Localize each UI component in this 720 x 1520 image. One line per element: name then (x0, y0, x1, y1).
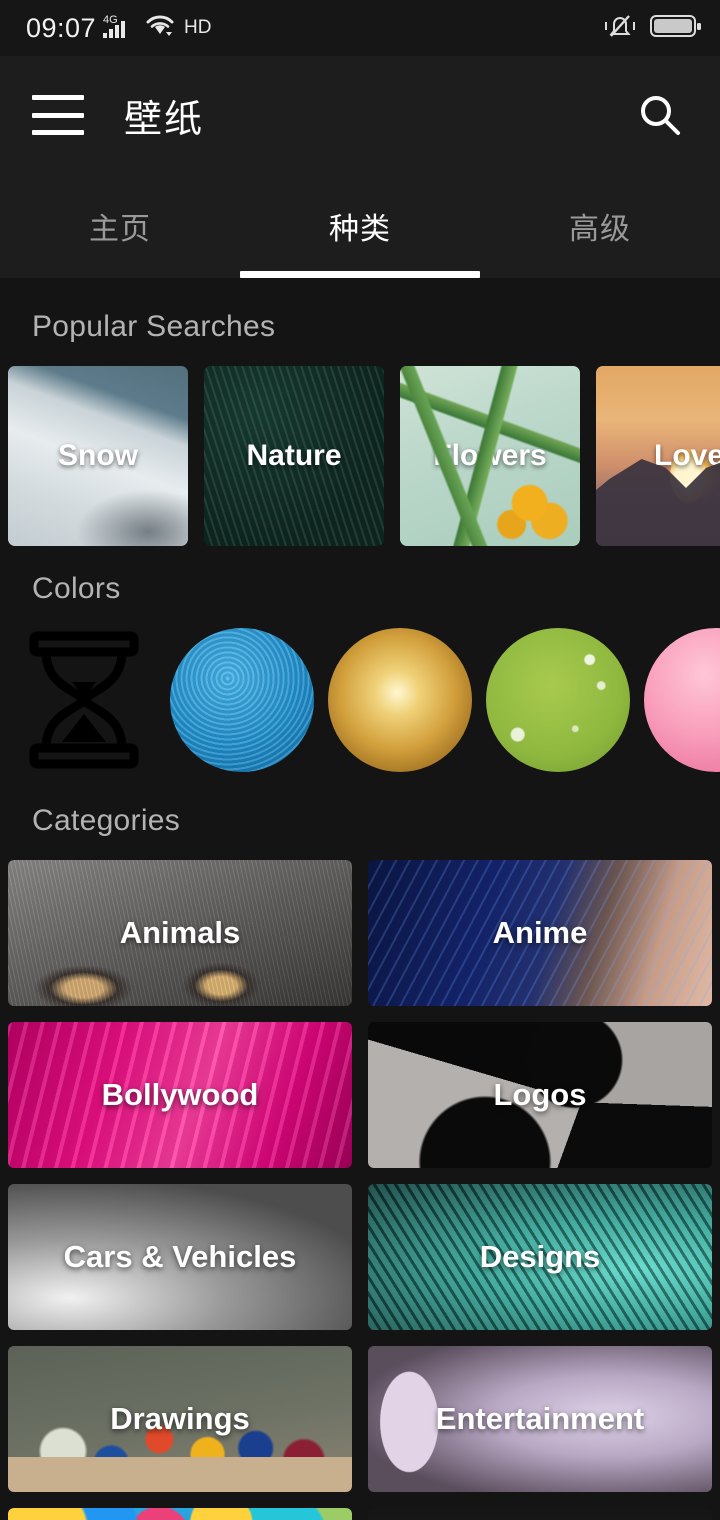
category-card[interactable]: Bollywood (8, 1022, 352, 1168)
page-title: 壁纸 (124, 98, 205, 141)
status-bar-left: 09:07 4G HD (26, 11, 217, 46)
category-label: Entertainment (435, 1401, 645, 1436)
categories-grid-next-row-partial (0, 1508, 720, 1520)
popular-search-label: Love (654, 439, 720, 472)
category-card[interactable] (368, 1508, 712, 1520)
color-swatch-green[interactable] (486, 628, 630, 772)
silent-vibrate-icon (603, 10, 637, 47)
tab-label: 主页 (89, 213, 151, 246)
tab-categories[interactable]: 种类 (240, 174, 480, 278)
tab-home[interactable]: 主页 (0, 174, 240, 278)
hamburger-bar (32, 95, 84, 100)
color-swatch-pink[interactable] (644, 628, 720, 772)
category-label: Cars & Vehicles (63, 1239, 297, 1274)
popular-search-label: Nature (246, 439, 342, 472)
color-swatch-blue[interactable] (170, 628, 314, 772)
category-label: Drawings (110, 1401, 250, 1436)
hamburger-bar (32, 112, 84, 118)
category-card[interactable]: Logos (368, 1022, 712, 1168)
category-card[interactable] (8, 1508, 352, 1520)
popular-searches-title: Popular Searches (32, 310, 276, 343)
category-card[interactable]: Anime (368, 860, 712, 1006)
content-scroll-area[interactable]: Popular Searches Snow Nature Flowers Lov… (0, 278, 720, 1520)
categories-title: Categories (32, 804, 181, 837)
category-card[interactable]: Animals (8, 860, 352, 1006)
tab-bar: 主页 种类 高级 (0, 174, 720, 278)
svg-text:4G: 4G (103, 14, 118, 26)
status-bar: 09:07 4G HD (0, 0, 720, 56)
category-label: Bollywood (101, 1077, 259, 1112)
app-screen: 09:07 4G HD 壁纸 主页 种类 高级 Popular Searches… (0, 0, 720, 1520)
popular-search-label: Snow (58, 439, 138, 472)
popular-search-label: Flowers (433, 439, 547, 472)
tab-active-indicator (240, 271, 480, 278)
popular-search-card[interactable]: Nature (204, 366, 384, 546)
colors-row[interactable] (0, 628, 720, 772)
popular-search-card[interactable]: Flowers (400, 366, 580, 546)
hd-icon: HD (183, 13, 217, 44)
popular-search-card[interactable]: Love (596, 366, 720, 546)
popular-searches-row[interactable]: Snow Nature Flowers Love (0, 366, 720, 546)
colors-title: Colors (32, 572, 121, 605)
category-label: Logos (493, 1077, 587, 1112)
category-label: Designs (479, 1239, 601, 1274)
status-bar-clock: 09:07 (26, 12, 97, 43)
category-card[interactable]: Entertainment (368, 1346, 712, 1492)
category-label: Animals (119, 915, 241, 950)
categories-grid: Animals Anime Bollywood Logos Cars & Veh… (0, 860, 720, 1492)
signal-bars-icon: 4G (103, 11, 137, 46)
svg-text:HD: HD (184, 17, 211, 38)
app-bar: 壁纸 (0, 56, 720, 174)
battery-icon (650, 12, 702, 45)
tab-label: 种类 (329, 213, 391, 246)
status-bar-right (603, 10, 702, 47)
hamburger-menu-icon[interactable] (32, 95, 84, 135)
category-card[interactable]: Designs (368, 1184, 712, 1330)
category-card[interactable]: Cars & Vehicles (8, 1184, 352, 1330)
hamburger-bar (32, 130, 84, 135)
category-label: Anime (492, 915, 588, 950)
wifi-icon (144, 12, 176, 45)
popular-search-card[interactable]: Snow (8, 366, 188, 546)
category-card[interactable]: Drawings (8, 1346, 352, 1492)
color-swatch-gold[interactable] (328, 628, 472, 772)
hourglass-icon (12, 628, 156, 772)
search-icon[interactable] (630, 85, 690, 145)
tab-advanced[interactable]: 高级 (480, 174, 720, 278)
tab-label: 高级 (569, 213, 631, 246)
